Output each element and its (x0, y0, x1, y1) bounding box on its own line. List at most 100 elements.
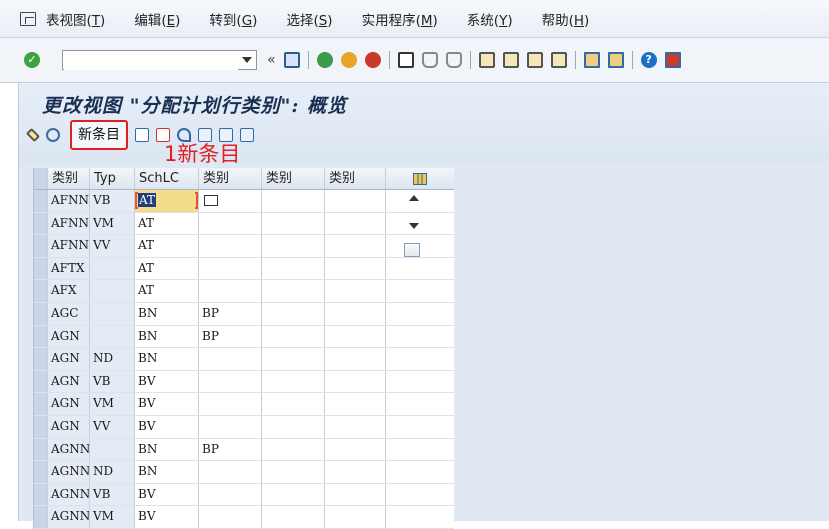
category-cell[interactable] (199, 461, 262, 483)
category-cell[interactable] (262, 257, 325, 280)
deselect-all-icon[interactable] (240, 128, 254, 142)
category-cell[interactable] (262, 370, 325, 393)
command-field[interactable] (62, 50, 257, 70)
copy-as-icon[interactable] (135, 128, 149, 142)
schedule-line-category-cell[interactable]: AT (135, 235, 199, 257)
schedule-line-category-cell[interactable]: BN (135, 302, 199, 325)
category-cell[interactable]: BP (199, 438, 262, 461)
schedule-line-category-cell[interactable]: BN (135, 348, 199, 370)
display-change-icon[interactable] (25, 127, 41, 143)
row-selector[interactable] (34, 348, 48, 370)
category-cell[interactable] (262, 393, 325, 415)
row-selector[interactable] (34, 370, 48, 393)
new-entries-button[interactable]: 新条目 (70, 120, 128, 150)
command-dropdown-icon[interactable] (242, 57, 252, 63)
schedule-line-category-cell[interactable]: BN (135, 461, 199, 483)
last-page-icon[interactable] (550, 52, 567, 68)
table-row[interactable]: AGN ND BN (34, 348, 454, 371)
category-cell[interactable] (199, 257, 262, 280)
layout-menu-icon[interactable] (664, 52, 681, 68)
menu-item-table-view[interactable]: 表视图(T) (46, 9, 105, 29)
row-selector[interactable] (34, 506, 48, 528)
table-row[interactable]: AGNN VM BV (34, 506, 454, 529)
table-row[interactable]: AGC BN BP (34, 302, 454, 326)
cancel-icon[interactable] (364, 52, 381, 68)
category-cell[interactable] (325, 393, 386, 415)
scrollbar-cell[interactable] (386, 190, 454, 212)
category-cell[interactable] (325, 280, 386, 302)
category-cell[interactable] (325, 415, 386, 438)
row-selector[interactable] (34, 325, 48, 348)
command-input[interactable] (64, 52, 238, 70)
category-cell[interactable] (199, 370, 262, 393)
display-icon[interactable] (46, 128, 60, 142)
category-cell[interactable] (325, 235, 386, 257)
category-cell[interactable] (325, 370, 386, 393)
category-cell[interactable] (199, 348, 262, 370)
category-cell[interactable] (199, 415, 262, 438)
table-row[interactable]: AGN VV BV (34, 415, 454, 439)
menu-item-selection[interactable]: 选择(S) (286, 9, 332, 29)
scrollbar-cell[interactable] (386, 212, 454, 235)
shortcut-icon[interactable] (607, 52, 624, 68)
menu-item-help[interactable]: 帮助(H) (542, 9, 590, 29)
category-cell[interactable] (262, 438, 325, 461)
column-header[interactable]: 类别 (262, 168, 325, 189)
schedule-line-category-cell[interactable]: AT (135, 257, 199, 280)
schedule-line-category-cell[interactable]: BV (135, 506, 199, 528)
find-icon[interactable] (421, 52, 438, 68)
table-settings-cell[interactable] (386, 168, 454, 189)
row-selector[interactable] (34, 257, 48, 280)
table-row[interactable]: AFNN VM AT (34, 212, 454, 236)
schedule-line-category-cell[interactable]: AT (135, 280, 199, 302)
category-cell[interactable]: BP (199, 302, 262, 325)
row-selector[interactable] (34, 415, 48, 438)
row-selector[interactable] (34, 393, 48, 415)
category-cell[interactable] (325, 483, 386, 506)
category-cell[interactable] (262, 302, 325, 325)
category-cell[interactable] (325, 438, 386, 461)
back-icon[interactable] (316, 52, 333, 68)
print-icon[interactable] (397, 52, 414, 68)
table-settings-icon[interactable] (413, 172, 427, 185)
category-cell[interactable] (199, 280, 262, 302)
enter-check-icon[interactable]: ✓ (24, 52, 40, 68)
category-cell[interactable] (262, 348, 325, 370)
category-cell[interactable] (325, 302, 386, 325)
scroll-up-icon[interactable] (409, 195, 419, 201)
table-row[interactable]: AGNN BN BP (34, 438, 454, 462)
category-cell[interactable] (325, 348, 386, 370)
category-cell[interactable] (325, 461, 386, 483)
scrollbar-thumb[interactable] (404, 243, 420, 258)
table-row[interactable]: AGN VM BV (34, 393, 454, 416)
table-row[interactable]: AGN BN BP (34, 325, 454, 349)
column-header[interactable]: 类别 (199, 168, 262, 189)
category-cell[interactable] (262, 235, 325, 257)
table-row[interactable]: AFX AT (34, 280, 454, 303)
schedule-line-category-cell[interactable]: BV (135, 415, 199, 438)
first-page-icon[interactable] (478, 52, 495, 68)
row-selector[interactable] (34, 302, 48, 325)
category-cell[interactable] (199, 212, 262, 235)
row-selector[interactable] (34, 461, 48, 483)
category-cell[interactable] (325, 190, 386, 212)
category-cell[interactable] (325, 212, 386, 235)
column-header[interactable]: SchLC (135, 168, 199, 189)
schedule-line-category-cell[interactable]: BN (135, 325, 199, 348)
category-cell[interactable] (199, 506, 262, 528)
schedule-line-category-cell[interactable]: AT (135, 190, 199, 212)
schedule-line-category-cell[interactable]: BV (135, 483, 199, 506)
schedule-line-category-cell[interactable]: BV (135, 370, 199, 393)
schedule-line-category-cell[interactable]: BV (135, 393, 199, 415)
category-cell[interactable] (262, 212, 325, 235)
category-cell[interactable] (199, 393, 262, 415)
menu-item-utilities[interactable]: 实用程序(M) (362, 9, 438, 29)
previous-page-icon[interactable] (502, 52, 519, 68)
category-cell[interactable]: BP (199, 325, 262, 348)
category-cell[interactable] (262, 190, 325, 212)
category-cell[interactable] (199, 235, 262, 257)
menu-item-system[interactable]: 系统(Y) (467, 9, 513, 29)
exit-icon[interactable] (340, 52, 357, 68)
table-row[interactable]: AGN VB BV (34, 370, 454, 394)
table-row[interactable]: AFNN VB AT (34, 190, 454, 213)
